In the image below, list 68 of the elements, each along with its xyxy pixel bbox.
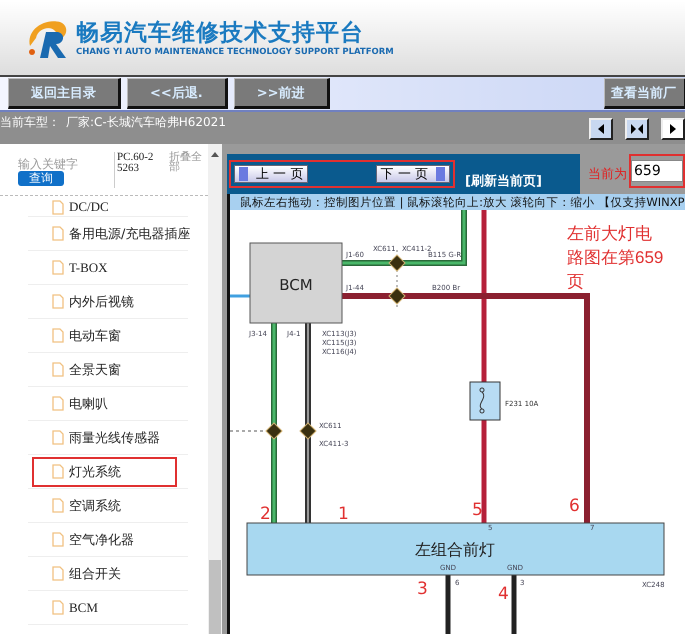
callout-number: 3 <box>417 579 428 599</box>
nav-button[interactable]: 返回主目录 <box>8 78 121 109</box>
wire <box>512 575 516 634</box>
callout-number: 5 <box>472 500 483 520</box>
hint-text: 鼠标左右拖动：控制图片位置 | 鼠标滚轮向上:放大 滚轮向下：缩小 【仅支持WINXP <box>240 195 685 209</box>
next-page-button[interactable]: 下 一 页 <box>376 165 450 183</box>
tree-item[interactable]: 雨量光线传感器 <box>32 422 177 452</box>
fuse-icon <box>470 382 500 420</box>
vehicle-label: 当前车型： <box>0 114 60 131</box>
tree-item[interactable]: 内外后视镜 <box>32 286 177 316</box>
lamp-label: 左组合前灯 <box>415 540 495 559</box>
wire <box>446 575 450 634</box>
document-icon <box>52 532 64 547</box>
callout-number: 4 <box>498 584 509 604</box>
callout-number: 2 <box>260 504 271 524</box>
site-subtitle: CHANG YI AUTO MAINTENANCE TECHNOLOGY SUPPORT PLATFORM <box>76 46 394 56</box>
tree-item[interactable]: 电动车窗 <box>32 320 177 350</box>
search-button[interactable]: 查询 <box>18 171 64 186</box>
module-label: BCM <box>279 276 313 294</box>
tree-item[interactable]: T-BOX <box>32 252 177 282</box>
tree-item[interactable]: 电喇叭 <box>32 388 177 418</box>
callout-number: 1 <box>338 504 349 524</box>
tree-item[interactable]: 空气净化器 <box>32 524 177 554</box>
connector-icon <box>388 254 406 272</box>
tree-item[interactable]: 备用电源/充电器插座 <box>32 218 188 248</box>
code-text: PC.60-25263 <box>114 152 157 188</box>
fit-button[interactable] <box>661 118 685 140</box>
document-icon <box>52 566 64 581</box>
connector-icon <box>299 422 317 440</box>
scrollbar-thumb[interactable] <box>209 560 221 634</box>
nav-button[interactable]: <<后退. <box>127 78 228 109</box>
arrow-icon <box>596 124 606 134</box>
document-icon <box>52 294 64 309</box>
document-icon <box>52 498 64 513</box>
document-icon <box>52 430 64 445</box>
document-icon <box>52 260 64 275</box>
view-button[interactable]: 查看当前厂 <box>604 78 685 109</box>
site-title: 畅易汽车维修技术支持平台 <box>76 18 365 46</box>
arrow-icon <box>668 124 678 134</box>
fit-button[interactable] <box>589 118 613 140</box>
tree-item[interactable]: 全景天窗 <box>32 354 177 384</box>
document-icon <box>52 396 64 411</box>
document-icon <box>52 328 64 343</box>
tree-item[interactable]: BCM <box>32 592 177 622</box>
document-icon <box>52 200 64 214</box>
page-label: 当前为 <box>588 166 627 183</box>
callout-number: 6 <box>569 496 580 516</box>
prev-page-button[interactable]: 上 一 页 <box>234 165 308 183</box>
connector-icon <box>388 287 406 305</box>
connector-icon <box>265 422 283 440</box>
arrows-icon <box>631 124 643 134</box>
tree-item[interactable]: DC/DC <box>32 198 177 216</box>
wire <box>230 294 250 298</box>
annotation-note: 左前大灯电路图在第659页 <box>567 223 664 293</box>
document-icon <box>52 464 64 479</box>
document-icon <box>52 362 64 377</box>
keyword-field[interactable]: 输入关键字 <box>18 156 90 171</box>
tree-item[interactable]: 空调系统 <box>32 490 177 520</box>
refresh-link[interactable]: [刷新当前页] <box>465 172 542 190</box>
scroll-up-icon[interactable] <box>211 152 219 157</box>
document-icon <box>52 226 64 241</box>
document-icon <box>52 600 64 615</box>
vehicle-model: 厂家:C-长城汽车哈弗H62021 <box>66 114 226 131</box>
page-field[interactable]: 659 <box>631 160 683 182</box>
fit-button[interactable] <box>625 118 649 140</box>
tree-item[interactable]: 灯光系统 <box>32 456 177 486</box>
tree-item[interactable]: 组合开关 <box>32 558 177 588</box>
nav-button[interactable]: >>前进 <box>234 78 330 109</box>
